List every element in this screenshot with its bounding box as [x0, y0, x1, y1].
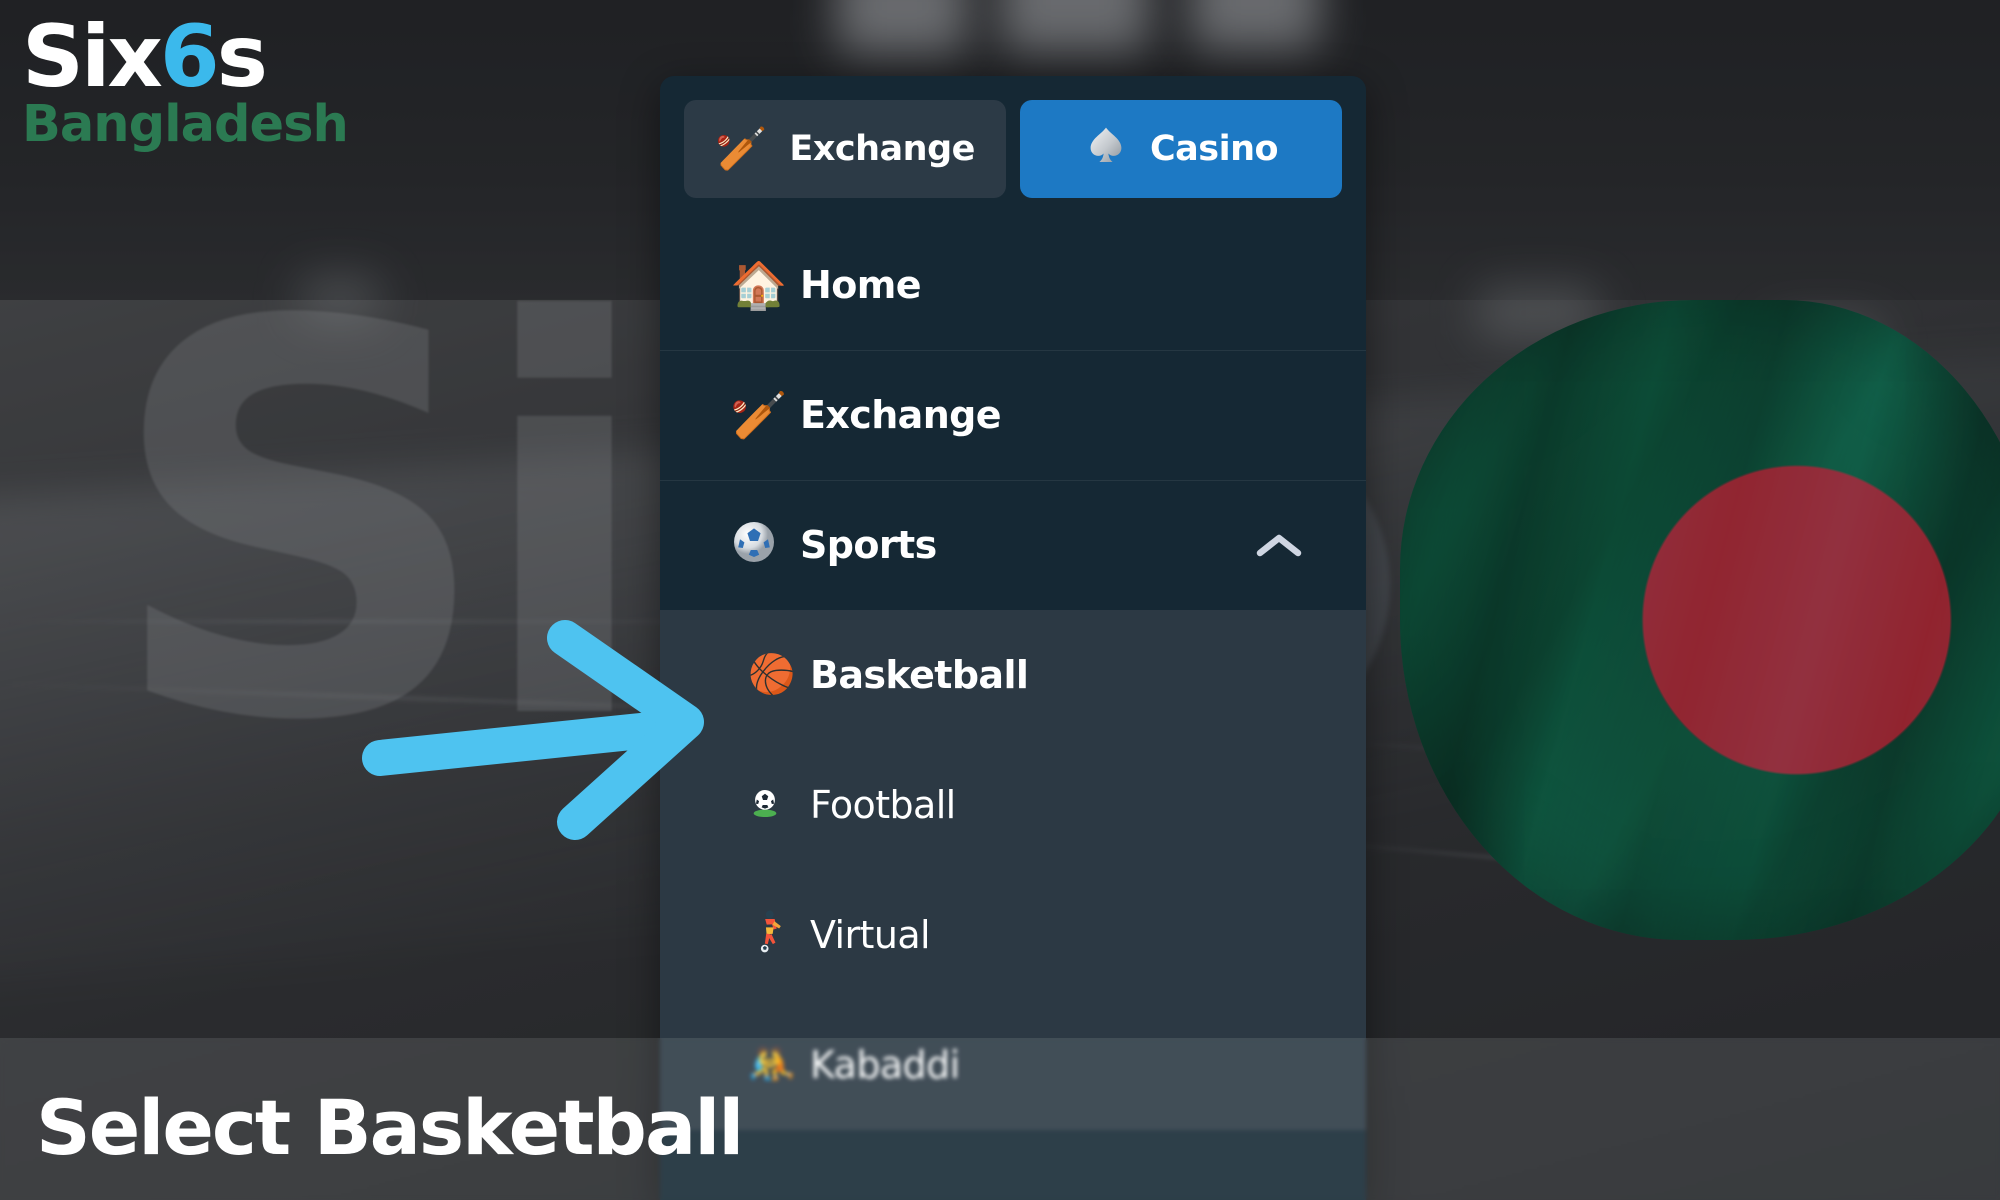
mode-button-casino[interactable]: Casino [1020, 100, 1342, 198]
spade-icon [1084, 124, 1128, 175]
soccer-ball-icon [730, 518, 800, 573]
logo-text-6-accent: 6 [159, 7, 220, 107]
menu-item-exchange-label: Exchange [800, 393, 1002, 437]
soccer-player-icon [748, 909, 810, 962]
mode-button-exchange-label: Exchange [789, 129, 975, 169]
football-pitch-icon [748, 785, 810, 826]
logo-text-six: Six [22, 7, 163, 107]
cricket-bat-icon: 🏏 [715, 125, 768, 172]
submenu-item-virtual-label: Virtual [810, 913, 931, 957]
menu-item-exchange[interactable]: 🏏 Exchange [660, 350, 1366, 480]
mode-button-exchange[interactable]: 🏏 Exchange [684, 100, 1006, 198]
site-logo[interactable]: Six6s Bangladesh [22, 14, 349, 155]
chevron-up-icon[interactable] [1256, 532, 1302, 558]
right-arrow-annotation [360, 610, 720, 840]
menu-item-sports[interactable]: Sports [660, 480, 1366, 610]
submenu-item-virtual[interactable]: Virtual [660, 870, 1366, 1000]
logo-subtitle: Bangladesh [22, 95, 349, 155]
house-icon: 🏠 [730, 259, 788, 311]
mode-toggle-group: 🏏 Exchange Casino [660, 76, 1366, 220]
submenu-item-basketball[interactable]: 🏀 Basketball [660, 610, 1366, 740]
cricket-bat-icon: 🏏 [730, 389, 788, 441]
submenu-item-football-label: Football [810, 783, 956, 827]
basketball-icon: 🏀 [748, 654, 796, 696]
navigation-menu-panel: 🏏 Exchange Casino 🏠 Home 🏏 Exchange Spor… [660, 76, 1366, 1200]
mode-button-casino-label: Casino [1149, 129, 1279, 169]
instruction-caption: Select Basketball [36, 1083, 744, 1172]
submenu-item-basketball-label: Basketball [810, 653, 1029, 697]
logo-wordmark: Six6s [22, 14, 348, 100]
logo-text-s: s [216, 7, 268, 107]
menu-item-home-label: Home [800, 263, 921, 307]
menu-item-sports-label: Sports [800, 523, 937, 567]
submenu-item-football[interactable]: Football [660, 740, 1366, 870]
menu-item-home[interactable]: 🏠 Home [660, 220, 1366, 350]
